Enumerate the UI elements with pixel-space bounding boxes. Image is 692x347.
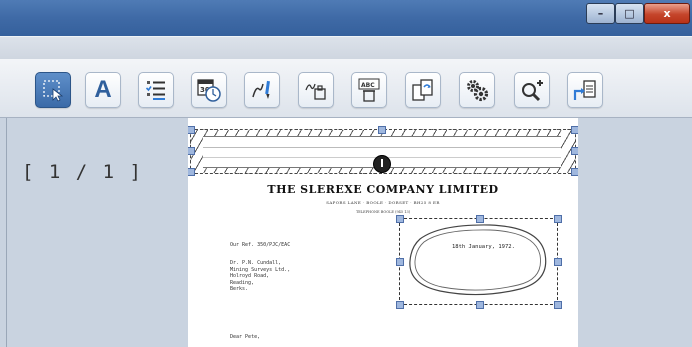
zoom-in-icon	[522, 80, 543, 102]
page-navigation-panel: [ 1 / 1 ]	[0, 118, 188, 347]
signature-tool-button[interactable]	[298, 72, 334, 108]
greeting-line: Dear Pete,	[230, 334, 261, 340]
close-icon: x	[663, 7, 671, 20]
export-icon	[573, 80, 596, 100]
minimize-button[interactable]: –	[586, 3, 615, 24]
letter-a-icon: A	[94, 76, 112, 103]
close-button[interactable]: x	[644, 3, 690, 24]
window-titlebar: – □ x	[0, 0, 692, 36]
copy-rotate-tool-button[interactable]	[405, 72, 441, 108]
select-tool-button[interactable]	[35, 72, 71, 108]
pen-icon	[252, 80, 270, 99]
gears-icon	[467, 80, 489, 102]
export-tool-button[interactable]	[567, 72, 603, 108]
company-name: THE SLEREXE COMPANY LIMITED	[267, 183, 499, 196]
resize-handle[interactable]	[554, 301, 562, 309]
resize-handle[interactable]	[571, 126, 578, 134]
resize-handle[interactable]	[378, 126, 386, 134]
page-counter: [ 1 / 1 ]	[22, 161, 143, 183]
resize-handle[interactable]	[188, 147, 195, 155]
resize-handle[interactable]	[188, 168, 195, 176]
checklist-tool-button[interactable]	[138, 72, 174, 108]
abc-trash-icon: ABC	[358, 78, 380, 102]
pen-tool-button[interactable]	[244, 72, 280, 108]
resize-handle[interactable]	[571, 147, 578, 155]
resize-handle[interactable]	[476, 301, 484, 309]
window-controls: – □ x	[586, 3, 690, 24]
toolbar: A 30 ABC	[0, 59, 692, 118]
right-margin-panel	[578, 118, 692, 347]
resize-handle[interactable]	[554, 258, 562, 266]
text-tool-button[interactable]: A	[85, 72, 121, 108]
svg-text:ABC: ABC	[361, 82, 375, 89]
resize-handle[interactable]	[396, 301, 404, 309]
date-selection-region[interactable]: 18th January, 1972.	[399, 218, 558, 305]
signature-icon	[305, 83, 326, 100]
resize-handle[interactable]	[188, 126, 195, 134]
minimize-icon: –	[597, 7, 604, 20]
resize-handle[interactable]	[554, 215, 562, 223]
menu-strip	[0, 36, 692, 60]
reference-line: Our Ref. 350/PJC/EAC	[230, 242, 291, 248]
company-address: SAPORS LANE · BOOLE · DORSET · BH25 8 ER	[326, 200, 440, 205]
settings-tool-button[interactable]	[459, 72, 495, 108]
calendar-clock-icon: 30	[197, 79, 221, 102]
resize-handle[interactable]	[476, 215, 484, 223]
panel-divider	[6, 118, 7, 347]
letter-date: 18th January, 1972.	[452, 244, 515, 250]
hand-drawn-outline	[409, 224, 547, 296]
maximize-icon: □	[624, 7, 635, 20]
zoom-in-tool-button[interactable]	[514, 72, 550, 108]
company-telephone: TELEPHONE BOOLE (945 13)	[355, 210, 411, 214]
rotate-handle[interactable]	[373, 155, 391, 173]
copy-rotate-icon	[412, 79, 433, 101]
checklist-icon	[145, 81, 165, 100]
recipient-line: Berks.	[230, 286, 249, 292]
abc-delete-tool-button[interactable]: ABC	[351, 72, 387, 108]
document-page[interactable]: THE SLEREXE COMPANY LIMITED SAPORS LANE …	[188, 118, 578, 347]
maximize-button[interactable]: □	[615, 3, 644, 24]
calendar-clock-tool-button[interactable]: 30	[191, 72, 227, 108]
resize-handle[interactable]	[396, 258, 404, 266]
resize-handle[interactable]	[571, 168, 578, 176]
cursor-select-icon	[43, 80, 64, 102]
resize-handle[interactable]	[396, 215, 404, 223]
